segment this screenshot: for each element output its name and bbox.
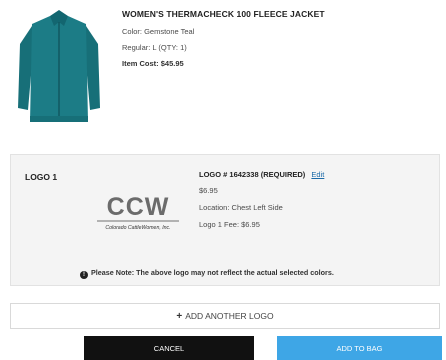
logo-art-caption: Colorado CattleWomen, Inc.: [105, 225, 170, 231]
add-another-logo-button[interactable]: + ADD ANOTHER LOGO: [10, 303, 440, 329]
product-size-qty: Regular: L (QTY: 1): [122, 43, 187, 52]
plus-icon: +: [176, 310, 183, 322]
logo-artwork: CCW Colorado CattleWomen, Inc.: [91, 185, 185, 237]
logo-fee: Logo 1 Fee: $6.95: [199, 220, 260, 229]
exclamation-circle-icon: !: [80, 271, 88, 279]
logo-location: Location: Chest Left Side: [199, 203, 283, 212]
logo-panel: LOGO 1 CCW Colorado CattleWomen, Inc. LO…: [10, 154, 440, 286]
product-color: Color: Gemstone Teal: [122, 27, 195, 36]
product-title: WOMEN'S THERMACHECK 100 FLEECE JACKET: [122, 9, 325, 19]
logo-heading: LOGO 1: [25, 172, 58, 182]
edit-logo-link[interactable]: Edit: [311, 170, 324, 179]
logo-details: LOGO # 1642338 (REQUIRED) Edit $6.95 Loc…: [199, 170, 324, 237]
color-note-text: Please Note: The above logo may not refl…: [91, 268, 334, 277]
item-cost: Item Cost: $45.95: [122, 59, 184, 68]
add-another-logo-label: ADD ANOTHER LOGO: [185, 311, 274, 321]
color-note: ! Please Note: The above logo may not ref…: [80, 268, 334, 279]
logo-number-row: LOGO # 1642338 (REQUIRED) Edit: [199, 170, 324, 179]
product-info: WOMEN'S THERMACHECK 100 FLEECE JACKET Co…: [122, 9, 325, 75]
logo-price: $6.95: [199, 186, 218, 195]
cancel-button[interactable]: CANCEL: [84, 336, 254, 360]
logo-number: LOGO # 1642338 (REQUIRED): [199, 170, 306, 179]
product-image: [14, 4, 104, 128]
logo-art-letters: CCW: [107, 193, 170, 221]
add-to-bag-button[interactable]: ADD TO BAG: [277, 336, 442, 360]
